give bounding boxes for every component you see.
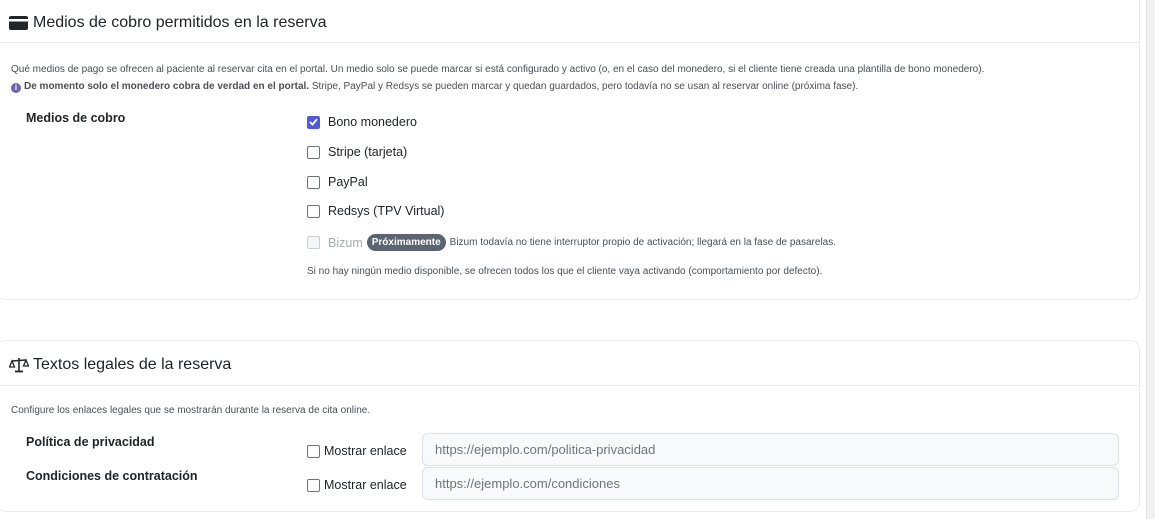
method-bizum: Bizum Próximamente Bizum todavía no tien… [307, 234, 836, 251]
bizum-label: Bizum [328, 235, 363, 250]
payment-methods-label: Medios de cobro [26, 111, 126, 125]
legal-card-header: Textos legales de la reserva [0, 341, 1139, 386]
terms-show-link[interactable]: Mostrar enlace [307, 478, 407, 492]
payment-card-title: Medios de cobro permitidos en la reserva [9, 14, 326, 32]
bono-monedero-checkbox[interactable] [307, 115, 320, 129]
default-behavior-note: Si no hay ningún medio disponible, se of… [307, 266, 823, 277]
info-circle-icon: i [11, 83, 21, 93]
privacy-show-link-label: Mostrar enlace [324, 444, 407, 458]
terms-show-link-label: Mostrar enlace [324, 478, 407, 492]
method-bono-monedero[interactable]: Bono monedero [307, 115, 417, 129]
privacy-show-link[interactable]: Mostrar enlace [307, 444, 407, 458]
vertical-scrollbar[interactable] [1146, 0, 1155, 519]
credit-card-icon [9, 15, 29, 31]
payment-notice-rest: Stripe, PayPal y Redsys se pueden marcar… [309, 81, 859, 92]
terms-show-link-checkbox[interactable] [307, 478, 320, 492]
paypal-label: PayPal [328, 175, 368, 189]
payment-notice-bold: De momento solo el monedero cobra de ver… [24, 81, 310, 92]
scale-balance-icon [8, 357, 30, 373]
method-paypal[interactable]: PayPal [307, 175, 368, 189]
payment-card-header: Medios de cobro permitidos en la reserva [0, 0, 1139, 43]
privacy-url-input[interactable] [422, 433, 1119, 466]
terms-url-input[interactable] [422, 467, 1119, 500]
legal-description: Configure los enlaces legales que se mos… [11, 405, 371, 416]
stripe-checkbox[interactable] [307, 145, 320, 159]
method-redsys[interactable]: Redsys (TPV Virtual) [307, 204, 444, 218]
redsys-checkbox[interactable] [307, 204, 320, 218]
paypal-checkbox[interactable] [307, 175, 320, 189]
payment-notice: i De momento solo el monedero cobra de ve… [11, 81, 858, 93]
bizum-checkbox [307, 236, 320, 249]
stripe-label: Stripe (tarjeta) [328, 145, 408, 159]
payment-card-title-text: Medios de cobro permitidos en la reserva [33, 14, 327, 31]
method-stripe[interactable]: Stripe (tarjeta) [307, 145, 407, 159]
bizum-hint: Bizum todavía no tiene interruptor propi… [449, 237, 836, 248]
privacy-policy-label: Política de privacidad [26, 435, 155, 449]
privacy-show-link-checkbox[interactable] [307, 444, 320, 458]
redsys-label: Redsys (TPV Virtual) [328, 204, 445, 218]
legal-card-title: Textos legales de la reserva [8, 356, 232, 374]
payment-methods-card: Medios de cobro permitidos en la reserva [0, 0, 1140, 300]
terms-label: Condiciones de contratación [26, 469, 198, 483]
payment-description: Qué medios de pago se ofrecen al pacient… [11, 64, 985, 75]
bono-monedero-label: Bono monedero [328, 115, 417, 129]
coming-soon-badge: Próximamente [366, 234, 446, 251]
legal-card-title-text: Textos legales de la reserva [33, 356, 232, 373]
